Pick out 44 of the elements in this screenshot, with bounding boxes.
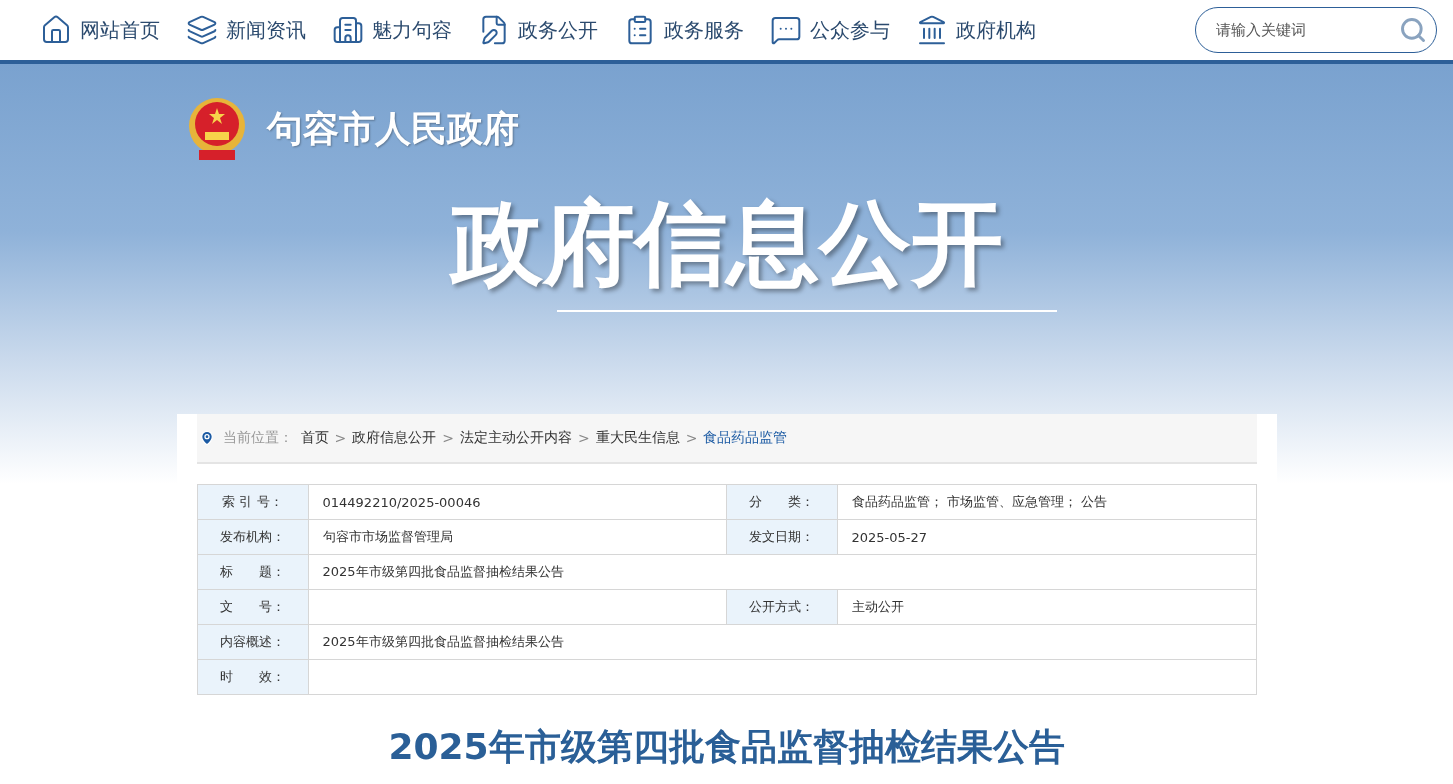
breadcrumb-separator: > [685, 430, 698, 446]
table-label-cell: 标 题： [197, 555, 309, 590]
article-title: 2025年市级第四批食品监督抽检结果公告 [387, 725, 1066, 769]
layers-icon [186, 14, 218, 46]
nav-link[interactable]: 公众参与 [770, 14, 890, 46]
table-cell: 2025年市级第四批食品监督抽检结果公告 [308, 625, 1257, 660]
table-label-cell: 内容概述： [197, 625, 309, 660]
breadcrumb-separator: > [334, 430, 347, 446]
chat-icon [770, 14, 802, 46]
table-label-cell: 发文日期： [726, 520, 838, 555]
banner-title: 政府信息公开 [450, 189, 1003, 299]
breadcrumb-link[interactable]: 食品药品监管 [703, 429, 788, 447]
breadcrumb-link[interactable]: 政府信息公开 [352, 429, 437, 447]
search-icon[interactable] [1399, 16, 1427, 44]
nav-link[interactable]: 政务公开 [478, 14, 598, 46]
nav-link[interactable]: 政府机构 [916, 14, 1036, 46]
landmark-icon [916, 14, 948, 46]
breadcrumb-separator: > [442, 430, 454, 446]
table-label-cell: 分 类： [726, 485, 838, 520]
table-label-cell: 时 效： [197, 660, 309, 695]
site-name: 句容市人民政府 [266, 106, 519, 151]
nav-link[interactable]: 网站首页 [40, 14, 160, 46]
nav-link[interactable]: 新闻资讯 [186, 14, 306, 46]
house-icon [40, 14, 72, 46]
search-field[interactable]: 请输入关键词 [1195, 7, 1437, 53]
table-label-cell: 文 号： [197, 590, 309, 625]
breadcrumb-link[interactable]: 首页 [300, 429, 329, 447]
table-label-cell: 发布机构： [197, 520, 309, 555]
breadcrumb-link[interactable]: 重大民生信息 [595, 429, 680, 447]
table-cell: 食品药品监管； 市场监管、应急管理； 公告 [837, 485, 1257, 520]
building-icon [332, 14, 364, 46]
breadcrumb-link[interactable]: 法定主动公开内容 [459, 429, 572, 447]
breadcrumb-separator: > [577, 430, 590, 446]
table-label-cell: 公开方式： [726, 590, 838, 625]
nav-link[interactable]: 魅力句容 [332, 14, 452, 46]
table-cell: 句容市市场监督管理局 [308, 520, 727, 555]
table-cell: 2025-05-27 [837, 520, 1257, 555]
table-cell: 014492210/2025-00046 [308, 485, 727, 520]
breadcrumb-prefix: 当前位置： [222, 429, 293, 447]
nav-link[interactable]: 政务服务 [624, 14, 744, 46]
emblem-icon [186, 96, 247, 162]
table-cell: 2025年市级第四批食品监督抽检结果公告 [308, 555, 1257, 590]
table-cell: 主动公开 [837, 590, 1257, 625]
table-label-cell: 索 引 号： [197, 485, 309, 520]
